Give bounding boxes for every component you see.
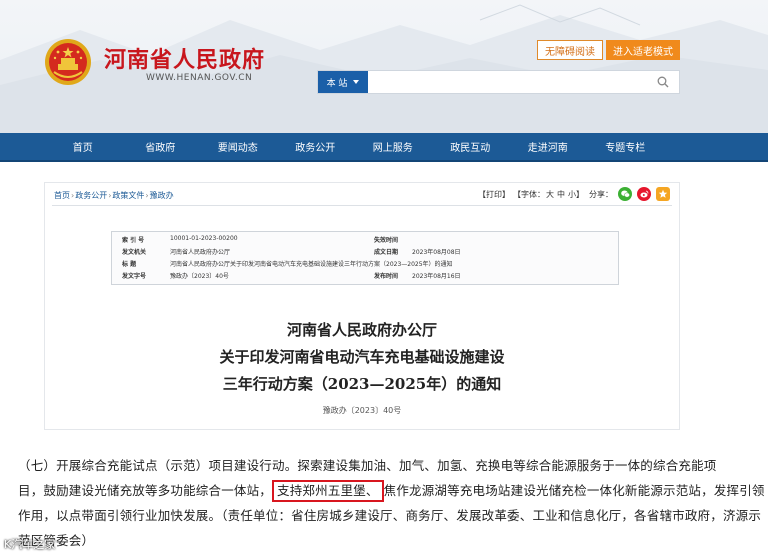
- meta-value: 河南省人民政府办公厅: [170, 249, 231, 256]
- site-url: WWW.HENAN.GOV.CN: [146, 73, 253, 83]
- meta-value: 10001-01-2023-00200: [170, 235, 238, 242]
- excerpt-line: 范区管委会）: [18, 533, 95, 548]
- excerpt-line: （七）开展综合充能试点（示范）项目建设行动。探索建设集加油、加气、加氢、充换电等…: [18, 458, 717, 473]
- breadcrumb-office[interactable]: 豫政办: [150, 191, 174, 200]
- excerpt-line: 目，鼓励建设光储充放等多功能综合一体站， 支持郑州五里堡、 焦作龙源湖等充电场站建设…: [18, 478, 764, 503]
- search-icon[interactable]: [657, 76, 669, 88]
- meta-label: 发文机关: [122, 249, 147, 256]
- site-header: 河南省人民政府 WWW.HENAN.GOV.CN 无障碍阅读 进入适老模式 本 …: [0, 0, 768, 133]
- national-emblem-icon: [45, 39, 91, 85]
- font-large-button[interactable]: 大: [546, 189, 554, 200]
- font-size-label: 【字体：: [513, 189, 545, 199]
- share-label: 分享：: [589, 189, 613, 199]
- caret-down-icon: [353, 80, 360, 84]
- document-number: 豫政办〔2023〕40号: [322, 406, 402, 415]
- meta-label: 成文日期: [374, 249, 399, 256]
- meta-label: 发文字号: [122, 273, 147, 280]
- meta-value: 2023年08月16日: [412, 273, 461, 280]
- meta-value: 豫政办〔2023〕40号: [170, 273, 229, 280]
- breadcrumb-separator: ›: [71, 191, 75, 200]
- accessibility-reading-button[interactable]: 无障碍阅读: [537, 40, 603, 60]
- main-navigation: 首页 省政府 要闻动态 政务公开 网上服务 政民互动 走进河南 专题专栏: [0, 133, 768, 162]
- meta-label: 索 引 号: [122, 237, 145, 244]
- nav-public-interaction[interactable]: 政民互动: [432, 133, 510, 160]
- breadcrumb-divider: [52, 205, 672, 206]
- search-scope-select[interactable]: 本 站: [318, 71, 368, 93]
- search-scope-label: 本 站: [326, 78, 348, 89]
- meta-label: 标 题: [122, 261, 137, 268]
- font-size-label-end: 】: [576, 189, 584, 199]
- nav-government-affairs[interactable]: 政务公开: [277, 133, 355, 160]
- document-title-line-2: 关于印发河南省电动汽车充电基础设施建设: [219, 348, 505, 366]
- article-excerpt: （七）开展综合充能试点（示范）项目建设行动。探索建设集加油、加气、加氢、充换电等…: [18, 453, 764, 553]
- breadcrumb-home[interactable]: 首页: [54, 191, 70, 200]
- document-title-line-3: 三年行动方案（2023—2025年）的通知: [222, 375, 502, 393]
- highlighted-text: 支持郑州五里堡、: [272, 480, 384, 502]
- excerpt-text: 目，鼓励建设光储充放等多功能综合一体站，: [18, 483, 273, 498]
- print-button[interactable]: 【打印】: [478, 189, 510, 200]
- wechat-share-icon[interactable]: [618, 187, 632, 201]
- site-title[interactable]: 河南省人民政府: [104, 42, 265, 74]
- meta-value: 2023年08月08日: [412, 249, 461, 256]
- meta-row-issuer: 发文机关 河南省人民政府办公厅 成文日期 2023年08月08日: [112, 247, 620, 258]
- watermark: K汽车之家: [4, 538, 56, 551]
- document-metadata-table: 索 引 号 10001-01-2023-00200 失效时间 发文机关 河南省人…: [111, 231, 619, 285]
- nav-home[interactable]: 首页: [44, 133, 122, 160]
- meta-label: 失效时间: [374, 237, 399, 244]
- breadcrumb-separator: ›: [145, 191, 149, 200]
- elder-mode-button[interactable]: 进入适老模式: [606, 40, 680, 60]
- font-small-button[interactable]: 小: [568, 189, 576, 200]
- search-box: 本 站: [317, 70, 680, 94]
- breadcrumb-separator: ›: [108, 191, 112, 200]
- nav-special-topics[interactable]: 专题专栏: [587, 133, 665, 160]
- nav-news[interactable]: 要闻动态: [199, 133, 277, 160]
- meta-row-title: 标 题 河南省人民政府办公厅关于印发河南省电动汽车充电基础设施建设三年行动方案（…: [112, 259, 620, 270]
- weibo-share-icon[interactable]: [637, 187, 651, 201]
- document-title-line-1: 河南省人民政府办公厅: [286, 321, 437, 339]
- meta-row-index: 索 引 号 10001-01-2023-00200 失效时间: [112, 235, 620, 246]
- font-medium-button[interactable]: 中: [557, 189, 565, 200]
- meta-row-doc-number: 发文字号 豫政办〔2023〕40号 发布时间 2023年08月16日: [112, 271, 620, 282]
- breadcrumb-policy-docs[interactable]: 政策文件: [112, 191, 144, 200]
- favorite-star-icon[interactable]: [656, 187, 670, 201]
- search-input[interactable]: [370, 72, 650, 92]
- nav-online-services[interactable]: 网上服务: [354, 133, 432, 160]
- nav-about-henan[interactable]: 走进河南: [509, 133, 587, 160]
- breadcrumb: 首页›政务公开›政策文件›豫政办: [54, 190, 174, 201]
- article-tools: 【打印】 【字体： 大 中 小 】 分享：: [478, 187, 673, 201]
- meta-value: 河南省人民政府办公厅关于印发河南省电动汽车充电基础设施建设三年行动方案（2023…: [170, 261, 453, 268]
- excerpt-line: 作用，以点带面引领行业加快发展。（责任单位：省住房城乡建设厅、商务厅、发展改革委…: [18, 508, 762, 523]
- excerpt-text: 焦作龙源湖等充电场站建设光储充检一体化新能源示范站，发挥引领: [383, 483, 765, 498]
- meta-label: 发布时间: [374, 273, 399, 280]
- article-panel: 首页›政务公开›政策文件›豫政办 【打印】 【字体： 大 中 小 】 分享： 索…: [44, 182, 680, 430]
- nav-provincial-government[interactable]: 省政府: [122, 133, 200, 160]
- breadcrumb-gov-affairs[interactable]: 政务公开: [75, 191, 107, 200]
